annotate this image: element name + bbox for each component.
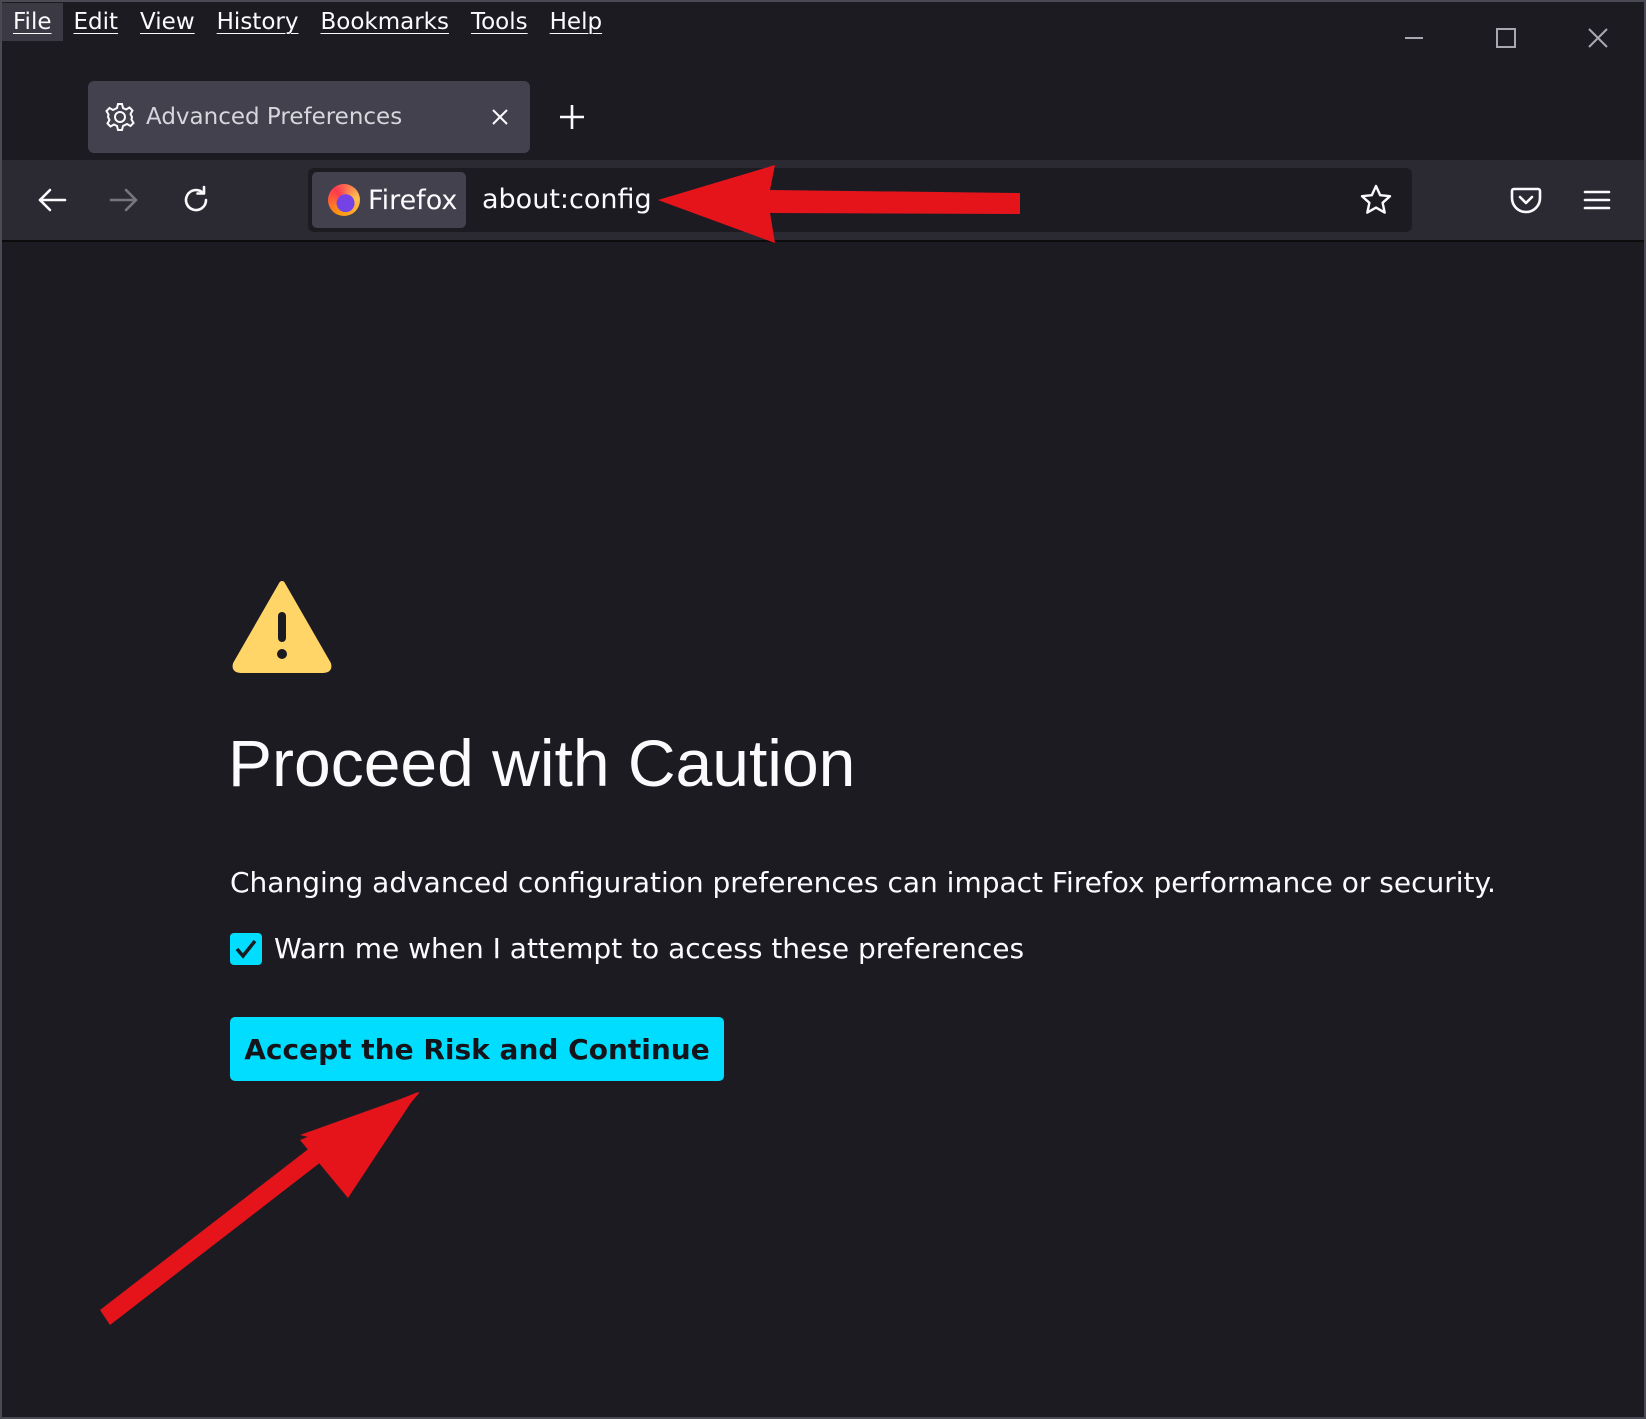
plus-icon [560,105,584,129]
pocket-icon [1510,187,1542,214]
hamburger-menu-icon [1583,190,1611,210]
new-tab-button[interactable] [542,87,602,147]
menu-file[interactable]: File [2,3,63,41]
forward-button[interactable] [96,172,152,228]
reload-button[interactable] [168,172,224,228]
maximize-icon [1496,28,1516,48]
app-menu-button[interactable] [1569,172,1625,228]
navigation-toolbar: Firefox about:config [2,160,1644,242]
minimize-button[interactable] [1368,2,1460,74]
checkmark-icon [235,939,257,959]
firefox-logo-icon [328,184,360,216]
menu-tools[interactable]: Tools [460,3,539,41]
warn-checkbox-row[interactable]: Warn me when I attempt to access these p… [230,932,1024,965]
minimize-icon [1405,37,1423,39]
reload-icon [184,185,208,212]
title-bar: File Edit View History Bookmarks Tools H… [2,2,1644,160]
tab-advanced-preferences[interactable]: Advanced Preferences [88,81,530,153]
tab-close-button[interactable] [470,87,530,147]
page-title: Proceed with Caution [228,726,856,800]
close-icon [492,109,508,125]
page-content: Proceed with Caution Changing advanced c… [2,242,1644,1417]
menu-bookmarks[interactable]: Bookmarks [309,3,460,41]
bookmark-star-button[interactable] [1352,176,1400,224]
url-bar[interactable]: Firefox about:config [308,168,1412,232]
menu-help[interactable]: Help [539,3,613,41]
arrow-right-icon [109,188,138,212]
url-input[interactable]: about:config [482,168,652,232]
window-controls [1368,2,1644,74]
menu-edit[interactable]: Edit [63,3,130,41]
warn-checkbox[interactable] [230,932,262,965]
close-window-button[interactable] [1552,2,1644,74]
identity-box[interactable]: Firefox [312,172,466,228]
accept-risk-button[interactable]: Accept the Risk and Continue [230,1017,724,1081]
caution-description: Changing advanced configuration preferen… [230,866,1496,899]
star-icon [1360,184,1392,214]
arrow-left-icon [38,188,67,212]
warn-checkbox-label[interactable]: Warn me when I attempt to access these p… [274,932,1024,965]
close-icon [1588,28,1608,48]
warning-icon [230,578,334,678]
menu-view[interactable]: View [129,3,206,41]
menu-history[interactable]: History [206,3,310,41]
pocket-button[interactable] [1498,172,1554,228]
back-button[interactable] [24,172,80,228]
menu-bar: File Edit View History Bookmarks Tools H… [2,2,613,42]
tab-title: Advanced Preferences [146,104,403,130]
maximize-button[interactable] [1460,2,1552,74]
gear-icon [104,101,136,133]
identity-label: Firefox [368,184,458,216]
browser-window: File Edit View History Bookmarks Tools H… [0,0,1646,1419]
